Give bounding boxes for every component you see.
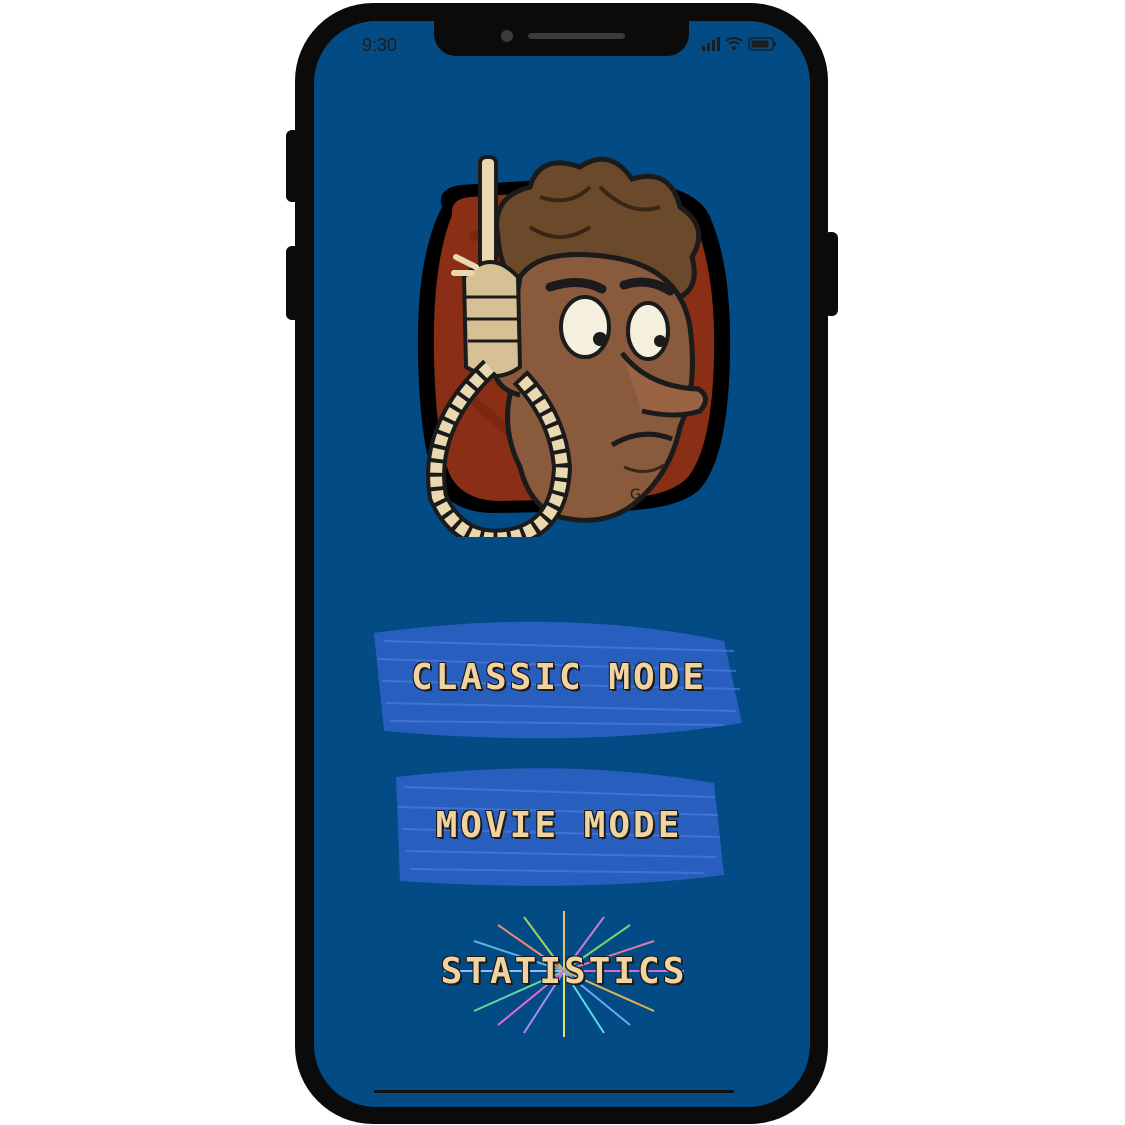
camera-icon	[501, 30, 513, 42]
statistics-button[interactable]: STATISTICS	[414, 901, 714, 1041]
speaker-grille	[528, 33, 625, 39]
status-time: 9:30	[362, 35, 398, 55]
app-screen: 9:30 G CLASSIC MODE MOVIE MODE STATISTIC…	[314, 21, 810, 1107]
status-icons	[702, 37, 776, 51]
stage: 9:30 G CLASSIC MODE MOVIE MODE STATISTIC…	[0, 0, 1125, 1125]
home-indicator[interactable]	[374, 1090, 734, 1093]
svg-text:G: G	[630, 487, 641, 503]
movie-mode-label: MOVIE MODE	[435, 805, 683, 846]
wifi-icon	[725, 37, 743, 50]
notch	[434, 21, 689, 56]
hangman-face-logo: G	[417, 155, 731, 537]
movie-mode-button[interactable]: MOVIE MODE	[384, 757, 734, 897]
battery-icon	[748, 37, 776, 51]
classic-mode-label: CLASSIC MODE	[410, 657, 708, 698]
signal-icon	[702, 37, 720, 51]
classic-mode-button[interactable]: CLASSIC MODE	[364, 611, 754, 751]
statistics-label: STATISTICS	[440, 951, 688, 992]
